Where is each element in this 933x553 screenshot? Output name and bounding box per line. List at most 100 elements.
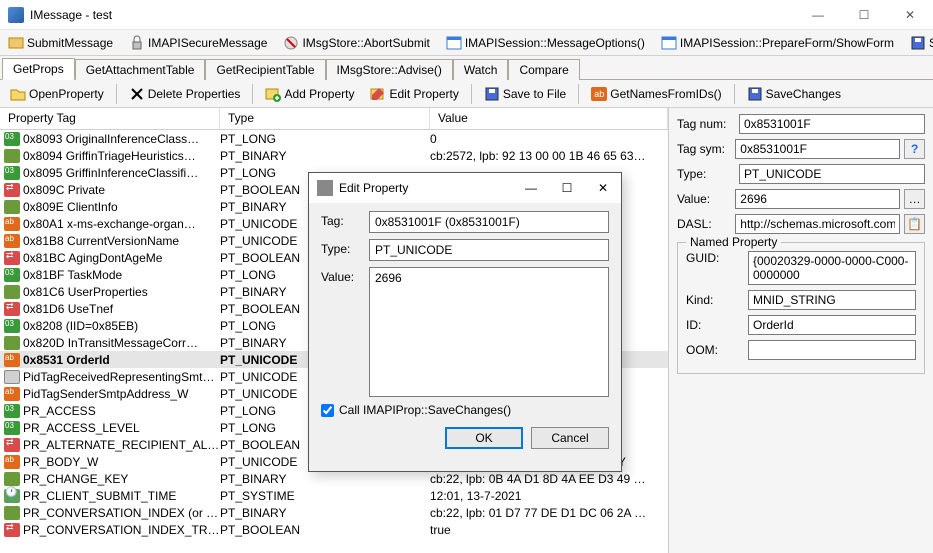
property-type-icon: [4, 438, 20, 452]
col-type[interactable]: Type: [220, 108, 430, 129]
table-row[interactable]: PR_CONVERSATION_INDEX_TRACK…PT_BOOLEANtr…: [0, 521, 668, 538]
kind-input[interactable]: [748, 290, 916, 310]
edit-property-button[interactable]: Edit Property: [364, 84, 464, 104]
edit-property-dialog: Edit Property — ☐ ✕ Tag: Type: Value: 26…: [308, 172, 622, 472]
property-type-icon: [4, 302, 20, 316]
window-title: IMessage - test: [30, 8, 795, 22]
tab-getprops[interactable]: GetProps: [2, 58, 75, 80]
named-property-group: Named Property GUID: {00020329-0000-0000…: [677, 242, 925, 374]
help-icon: ?: [911, 142, 918, 156]
kind-label: Kind:: [686, 293, 744, 307]
type-label: Type:: [677, 167, 735, 181]
property-type-icon: [4, 149, 20, 163]
tab-compare[interactable]: Compare: [508, 59, 579, 80]
id-input[interactable]: [748, 315, 916, 335]
row-value: cb:22, lpb: 0B 4A D1 8D 4A EE D3 49 …: [430, 472, 668, 486]
type-input[interactable]: [739, 164, 925, 184]
toolbar-label: Delete Properties: [148, 87, 241, 101]
imapi-secure-button[interactable]: IMAPISecureMessage: [125, 33, 271, 53]
table-row[interactable]: 0x8094 GriffinTriageHeuristics…PT_BINARY…: [0, 147, 668, 164]
tab-watch[interactable]: Watch: [453, 59, 509, 80]
row-tag: PR_CLIENT_SUBMIT_TIME: [23, 489, 220, 503]
table-row[interactable]: PR_CHANGE_KEYPT_BINARYcb:22, lpb: 0B 4A …: [0, 470, 668, 487]
add-property-button[interactable]: Add Property: [259, 84, 360, 104]
value-input[interactable]: [735, 189, 900, 209]
cancel-button[interactable]: Cancel: [531, 427, 609, 449]
property-type-icon: [4, 387, 20, 401]
col-property-tag[interactable]: Property Tag: [0, 108, 220, 129]
savechanges-checkbox-label: Call IMAPIProp::SaveChanges(): [339, 403, 511, 417]
save-msg-button[interactable]: Save as MSG file: [906, 33, 933, 53]
tab-getattachmenttable[interactable]: GetAttachmentTable: [75, 59, 206, 80]
table-row[interactable]: PR_CONVERSATION_INDEX (or pta…PT_BINARYc…: [0, 504, 668, 521]
modal-value-input[interactable]: 2696: [369, 267, 609, 397]
toolbar-label: Save as MSG file: [929, 36, 933, 50]
row-tag: 0x8093 OriginalInferenceClass…: [23, 132, 220, 146]
prepareform-button[interactable]: IMAPISession::PrepareForm/ShowForm: [657, 33, 898, 53]
toolbar-label: SaveChanges: [766, 87, 841, 101]
toolbar-label: IMAPISession::PrepareForm/ShowForm: [680, 36, 894, 50]
edit-icon: [370, 86, 386, 102]
row-value: 0: [430, 132, 668, 146]
row-tag: 0x81C6 UserProperties: [23, 285, 220, 299]
dialog-maximize-button[interactable]: ☐: [549, 173, 585, 203]
list-header: Property Tag Type Value: [0, 108, 668, 130]
property-type-icon: [4, 421, 20, 435]
property-type-icon: [4, 506, 20, 520]
add-icon: [265, 86, 281, 102]
row-type: PT_BINARY: [220, 149, 430, 163]
col-value[interactable]: Value: [430, 108, 668, 129]
toolbar-label: Edit Property: [389, 87, 458, 101]
getnamesfromids-button[interactable]: ab GetNamesFromIDs(): [585, 84, 727, 104]
copy-button[interactable]: 📋: [904, 214, 925, 234]
lock-icon: [129, 35, 145, 51]
browse-button[interactable]: …: [904, 189, 925, 209]
property-type-icon: [4, 336, 20, 350]
property-type-icon: [4, 251, 20, 265]
table-row[interactable]: 0x8093 OriginalInferenceClass…PT_LONG0: [0, 130, 668, 147]
delete-properties-button[interactable]: Delete Properties: [123, 84, 247, 104]
tagnum-input[interactable]: [739, 114, 925, 134]
row-tag: 0x8094 GriffinTriageHeuristics…: [23, 149, 220, 163]
help-button[interactable]: ?: [904, 139, 925, 159]
row-value: 12:01, 13-7-2021: [430, 489, 668, 503]
abort-submit-button[interactable]: IMsgStore::AbortSubmit: [279, 33, 433, 53]
titlebar: IMessage - test — ☐ ✕: [0, 0, 933, 30]
tab-getrecipienttable[interactable]: GetRecipientTable: [205, 59, 325, 80]
modal-type-input[interactable]: [369, 239, 609, 261]
separator: [471, 84, 472, 104]
row-tag: 0x820D InTransitMessageCorr…: [23, 336, 220, 350]
open-property-button[interactable]: OpenProperty: [4, 84, 110, 104]
toolbar-label: GetNamesFromIDs(): [610, 87, 721, 101]
row-tag: PR_ACCESS: [23, 404, 220, 418]
tab-advise[interactable]: IMsgStore::Advise(): [326, 59, 453, 80]
property-type-icon: [4, 370, 20, 384]
savechanges-checkbox[interactable]: [321, 404, 334, 417]
row-tag: 0x81BC AgingDontAgeMe: [23, 251, 220, 265]
close-button[interactable]: ✕: [887, 0, 933, 30]
dasl-input[interactable]: [735, 214, 900, 234]
table-row[interactable]: PR_CLIENT_SUBMIT_TIMEPT_SYSTIME12:01, 13…: [0, 487, 668, 504]
modal-tag-input[interactable]: [369, 211, 609, 233]
dialog-minimize-button[interactable]: —: [513, 173, 549, 203]
savechanges-button[interactable]: SaveChanges: [741, 84, 847, 104]
message-options-button[interactable]: IMAPISession::MessageOptions(): [442, 33, 649, 53]
app-icon: [8, 7, 24, 23]
maximize-button[interactable]: ☐: [841, 0, 887, 30]
row-type: PT_BINARY: [220, 472, 430, 486]
ok-button[interactable]: OK: [445, 427, 523, 449]
row-tag: 0x81B8 CurrentVersionName: [23, 234, 220, 248]
tagsym-input[interactable]: [735, 139, 900, 159]
row-tag: PidTagSenderSmtpAddress_W: [23, 387, 220, 401]
delete-icon: [129, 86, 145, 102]
tagnum-label: Tag num:: [677, 117, 735, 131]
oom-input[interactable]: [748, 340, 916, 360]
property-type-icon: [4, 455, 20, 469]
dialog-close-button[interactable]: ✕: [585, 173, 621, 203]
property-type-icon: [4, 285, 20, 299]
guid-input[interactable]: {00020329-0000-0000-C000-0000000 PS_PUBL…: [748, 251, 916, 285]
save-to-file-button[interactable]: Save to File: [478, 84, 572, 104]
submit-message-button[interactable]: SubmitMessage: [4, 33, 117, 53]
row-tag: PR_BODY_W: [23, 455, 220, 469]
minimize-button[interactable]: —: [795, 0, 841, 30]
